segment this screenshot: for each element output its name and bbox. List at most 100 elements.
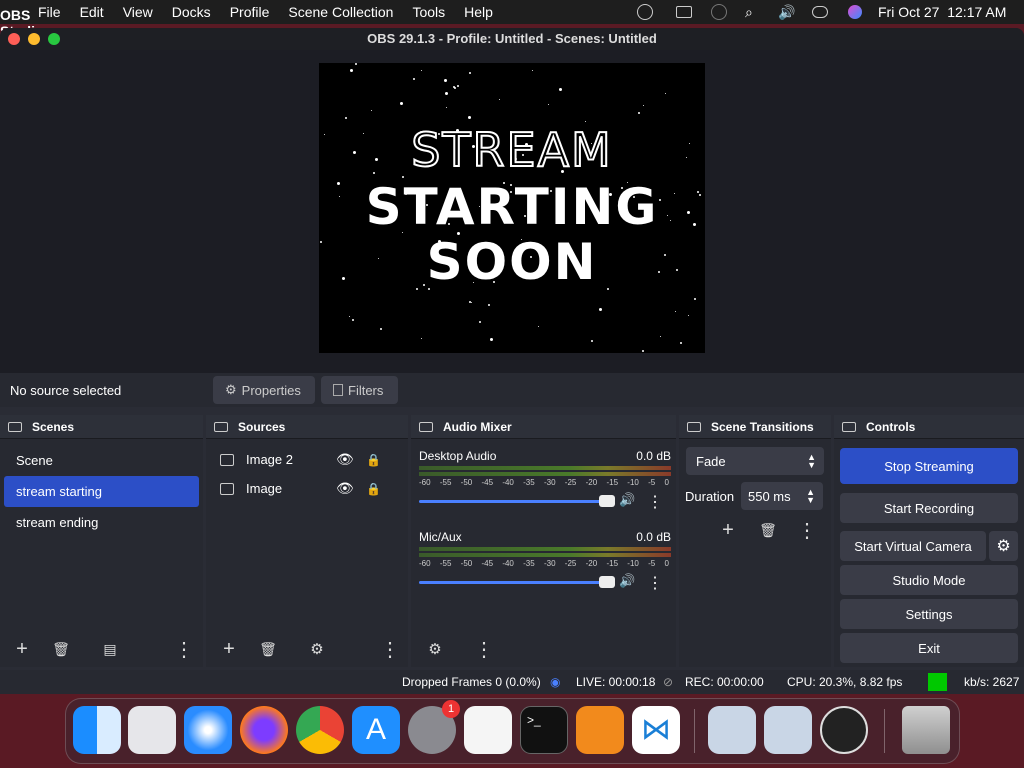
volume-slider[interactable]: 🔊 ⋮ <box>419 492 671 512</box>
rec-time: REC: 00:00:00 <box>685 675 764 689</box>
minimize-button[interactable] <box>28 33 40 45</box>
controls-dock-title[interactable]: Controls <box>834 415 1024 439</box>
remove-source-button[interactable]: 🗑 <box>253 635 283 663</box>
volume-icon[interactable]: 🔊 <box>778 4 795 21</box>
studio-mode-button[interactable]: Studio Mode <box>840 565 1018 595</box>
terminal-icon[interactable]: >_ <box>520 706 568 754</box>
status-bar: Dropped Frames 0 (0.0%) ◉ LIVE: 00:00:18… <box>0 670 1024 694</box>
volume-slider-handle[interactable] <box>599 495 615 507</box>
stop-streaming-button[interactable]: Stop Streaming <box>840 448 1018 484</box>
star-dot <box>558 87 562 91</box>
menubar-clock[interactable]: Fri Oct 27 12:17 AM <box>878 4 1006 20</box>
source-properties-button[interactable]: ⚙ <box>302 635 332 663</box>
scene-transitions-dock-title[interactable]: Scene Transitions <box>679 415 831 439</box>
zoom-button[interactable] <box>48 33 60 45</box>
start-virtual-camera-button[interactable]: Start Virtual Camera <box>840 531 986 561</box>
close-button[interactable] <box>8 33 20 45</box>
channel-more-button[interactable]: ⋮ <box>647 573 663 593</box>
add-transition-button[interactable]: + <box>713 516 743 544</box>
garageband-icon[interactable] <box>576 706 624 754</box>
menu-edit[interactable]: Edit <box>80 4 104 20</box>
scene-item-stream-starting[interactable]: stream starting <box>4 476 199 507</box>
remove-transition-button[interactable]: 🗑 <box>753 516 783 544</box>
scenes-toolbar: + 🗑 ▤ ⋮ <box>0 635 203 663</box>
lock-icon[interactable]: 🔒 <box>366 482 381 496</box>
filters-button[interactable]: Filters <box>321 376 398 404</box>
scenes-more-button[interactable]: ⋮ <box>169 635 199 663</box>
audio-mixer-title: Audio Mixer <box>443 419 512 434</box>
window-titlebar: OBS 29.1.3 - Profile: Untitled - Scenes:… <box>0 28 1024 50</box>
channel-more-button[interactable]: ⋮ <box>647 492 663 512</box>
lock-icon[interactable]: 🔒 <box>366 453 381 467</box>
app-store-icon[interactable]: A <box>352 706 400 754</box>
sources-toolbar: + 🗑 ⚙ ⋮ <box>206 635 408 663</box>
preview-area[interactable]: STREAM STARTING SOON <box>0 50 1024 390</box>
safari-icon[interactable] <box>184 706 232 754</box>
star-dot <box>687 314 689 316</box>
scene-filters-button[interactable]: ▤ <box>95 635 125 663</box>
launchpad-icon[interactable] <box>128 706 176 754</box>
siri-icon[interactable] <box>848 5 862 19</box>
add-source-button[interactable]: + <box>214 635 244 663</box>
preview-canvas[interactable]: STREAM STARTING SOON <box>319 63 705 353</box>
remove-scene-button[interactable]: 🗑 <box>46 635 76 663</box>
advanced-audio-button[interactable]: ⚙ <box>420 635 450 663</box>
finder-icon[interactable] <box>73 706 121 754</box>
sources-dock-title[interactable]: Sources <box>206 415 408 439</box>
firefox-icon[interactable] <box>240 706 288 754</box>
start-recording-button[interactable]: Start Recording <box>840 493 1018 523</box>
transition-more-button[interactable]: ⋮ <box>792 516 822 544</box>
cpu-fps: CPU: 20.3%, 8.82 fps <box>787 675 903 689</box>
vscode-icon[interactable]: ⋈ <box>632 706 680 754</box>
visibility-eye-icon[interactable]: 👁 <box>336 480 354 497</box>
virtualbox-vm-icon[interactable] <box>764 706 812 754</box>
chevron-updown-icon: ▲ ▼ <box>807 452 816 470</box>
search-icon[interactable]: ⌕ <box>745 4 753 21</box>
menu-tools[interactable]: Tools <box>412 4 445 20</box>
scenes-dock-title[interactable]: Scenes <box>0 415 203 439</box>
audio-mixer-dock: Audio Mixer Desktop Audio 0.0 dB -60 -55-… <box>411 415 676 667</box>
exit-button[interactable]: Exit <box>840 633 1018 663</box>
live-time: LIVE: 00:00:18 <box>576 675 656 689</box>
broadcast-icon[interactable] <box>711 4 727 20</box>
star-dot <box>694 297 697 300</box>
menu-scene-collection[interactable]: Scene Collection <box>288 4 393 20</box>
speaker-icon[interactable]: 🔊 <box>619 573 635 589</box>
chevron-updown-icon[interactable]: ▲ ▼ <box>806 488 815 505</box>
system-settings-icon[interactable]: 1 <box>408 700 460 754</box>
menu-profile[interactable]: Profile <box>230 4 270 20</box>
add-scene-button[interactable]: + <box>7 635 37 663</box>
volume-slider-handle[interactable] <box>599 576 615 588</box>
settings-button[interactable]: Settings <box>840 599 1018 629</box>
source-item-image-2[interactable]: Image 2 👁 🔒 <box>206 445 408 474</box>
volume-slider[interactable]: 🔊 ⋮ <box>419 573 671 593</box>
audio-more-button[interactable]: ⋮ <box>469 635 499 663</box>
gear-icon: ⚙ <box>225 382 237 397</box>
controls-dock: Controls Stop Streaming Start Recording … <box>834 415 1024 667</box>
virtual-camera-settings-button[interactable]: ⚙ <box>989 531 1018 561</box>
star-dot <box>499 99 501 101</box>
visibility-eye-icon[interactable]: 👁 <box>336 451 354 468</box>
screen-mirror-icon[interactable] <box>676 6 692 18</box>
audio-mixer-dock-title[interactable]: Audio Mixer <box>411 415 676 439</box>
transition-select[interactable]: Fade ▲ ▼ <box>686 447 824 475</box>
menu-help[interactable]: Help <box>464 4 493 20</box>
chrome-icon[interactable] <box>296 706 344 754</box>
virtualbox-icon[interactable] <box>708 706 756 754</box>
sources-more-button[interactable]: ⋮ <box>375 635 405 663</box>
obs-studio-icon[interactable] <box>820 706 868 754</box>
textedit-icon[interactable] <box>464 706 512 754</box>
notification-badge: 1 <box>442 700 460 718</box>
duration-spinbox[interactable]: 550 ms ▲ ▼ <box>741 482 823 510</box>
source-item-image[interactable]: Image 👁 🔒 <box>206 474 408 503</box>
scene-item-scene[interactable]: Scene <box>4 445 199 476</box>
trash-icon[interactable] <box>902 706 950 754</box>
speaker-icon[interactable]: 🔊 <box>619 492 635 508</box>
control-center-icon[interactable] <box>812 6 828 18</box>
menu-view[interactable]: View <box>123 4 153 20</box>
properties-button[interactable]: ⚙ Properties <box>213 376 315 404</box>
obs-status-icon[interactable] <box>637 4 653 20</box>
menu-docks[interactable]: Docks <box>172 4 211 20</box>
scene-item-stream-ending[interactable]: stream ending <box>4 507 199 538</box>
scene-transitions-dock: Scene Transitions Fade ▲ ▼ Duration 550 m… <box>679 415 831 667</box>
